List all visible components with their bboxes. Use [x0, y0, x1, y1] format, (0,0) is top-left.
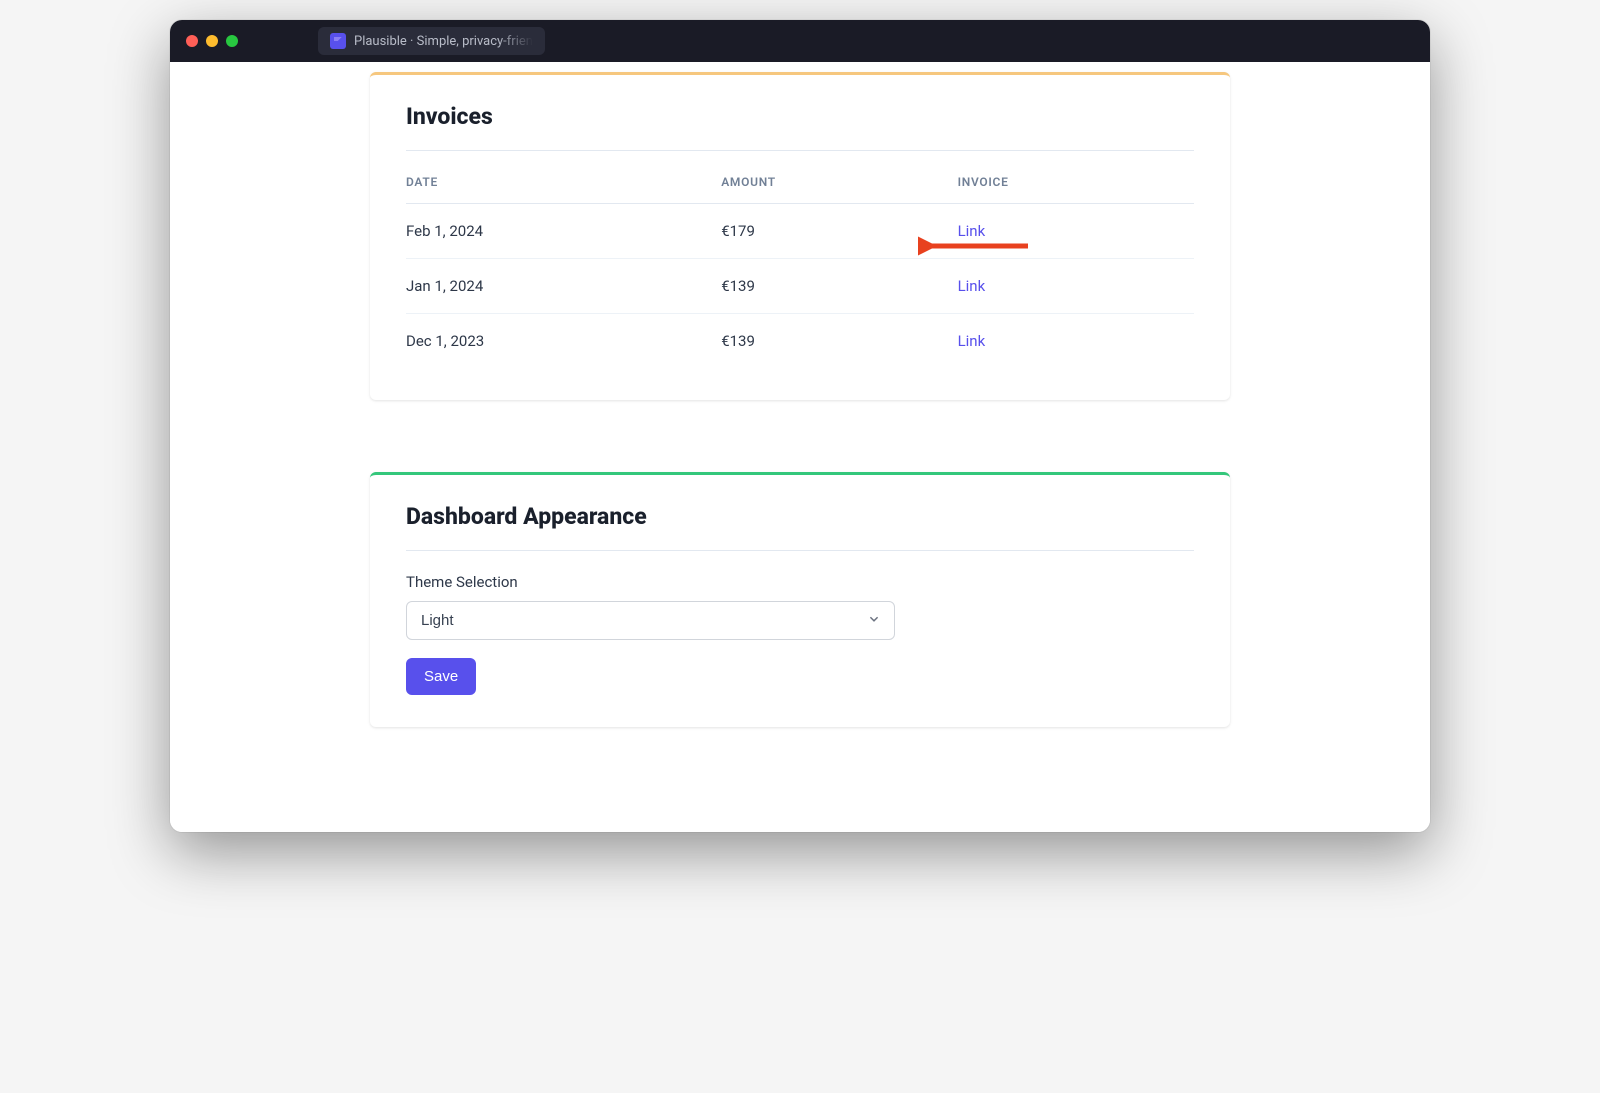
plausible-favicon-icon: [330, 33, 346, 49]
appearance-title: Dashboard Appearance: [406, 503, 1194, 551]
invoice-date: Feb 1, 2024: [406, 204, 721, 259]
appearance-card: Dashboard Appearance Theme Selection Lig…: [370, 472, 1230, 727]
invoices-title: Invoices: [406, 103, 1194, 151]
invoice-amount: €139: [721, 314, 957, 369]
invoice-link[interactable]: Link: [958, 222, 986, 240]
titlebar: Plausible · Simple, privacy-frien: [170, 20, 1430, 62]
table-row: Jan 1, 2024 €139 Link: [406, 259, 1194, 314]
theme-label: Theme Selection: [406, 573, 1194, 591]
tab-title: Plausible · Simple, privacy-frien: [354, 34, 533, 49]
table-row: Feb 1, 2024 €179 Link: [406, 204, 1194, 259]
window-minimize-button[interactable]: [206, 35, 218, 47]
window-maximize-button[interactable]: [226, 35, 238, 47]
table-row: Dec 1, 2023 €139 Link: [406, 314, 1194, 369]
invoices-table: DATE AMOUNT INVOICE Feb 1, 2024 €179 Lin…: [406, 155, 1194, 368]
invoices-header-invoice: INVOICE: [958, 155, 1194, 204]
invoice-amount: €139: [721, 259, 957, 314]
invoice-link[interactable]: Link: [958, 332, 986, 350]
invoice-date: Jan 1, 2024: [406, 259, 721, 314]
invoices-card: Invoices DATE AMOUNT INVOICE Feb 1, 2024…: [370, 72, 1230, 400]
theme-select[interactable]: Light: [406, 601, 895, 640]
save-button[interactable]: Save: [406, 658, 476, 695]
invoice-date: Dec 1, 2023: [406, 314, 721, 369]
invoice-amount: €179: [721, 204, 957, 259]
browser-tab[interactable]: Plausible · Simple, privacy-frien: [318, 27, 545, 55]
invoices-header-amount: AMOUNT: [721, 155, 957, 204]
theme-select-wrap: Light: [406, 601, 895, 640]
traffic-lights: [186, 35, 238, 47]
invoice-link[interactable]: Link: [958, 277, 986, 295]
window-close-button[interactable]: [186, 35, 198, 47]
browser-window: Plausible · Simple, privacy-frien Invoic…: [170, 20, 1430, 832]
page-viewport[interactable]: Invoices DATE AMOUNT INVOICE Feb 1, 2024…: [170, 62, 1430, 832]
invoices-header-date: DATE: [406, 155, 721, 204]
